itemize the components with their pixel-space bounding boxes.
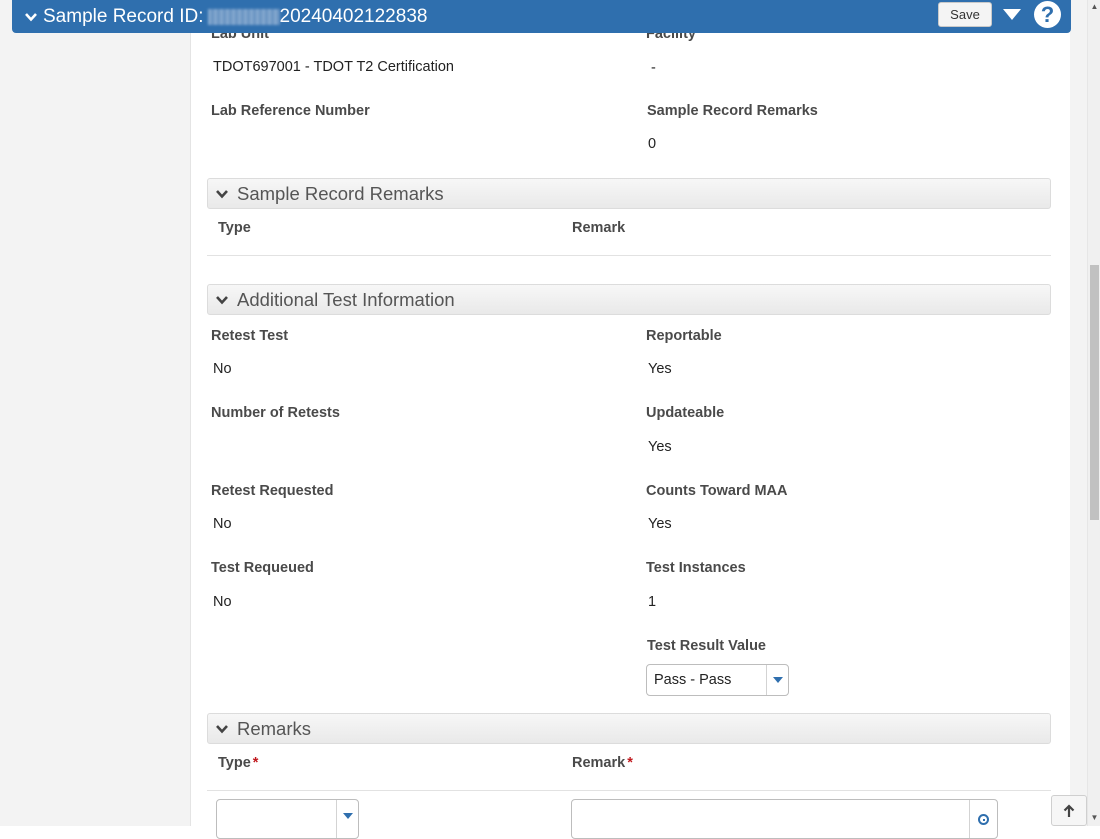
facility-value: - (651, 60, 656, 76)
section-title: Remarks (237, 717, 312, 739)
section-additional-test-information[interactable]: Additional Test Information (207, 284, 1051, 315)
dropdown-arrow-icon[interactable] (336, 800, 358, 838)
scrollbar-thumb[interactable] (1090, 265, 1099, 520)
reportable-label: Reportable (646, 328, 722, 344)
reportable-value: Yes (648, 361, 672, 377)
dropdown-arrow-icon[interactable] (766, 665, 788, 695)
test-instances-label: Test Instances (646, 560, 746, 576)
required-asterisk: * (252, 755, 259, 771)
sample-remarks-count-label: Sample Record Remarks (647, 103, 818, 119)
help-icon[interactable]: ? (1034, 1, 1061, 28)
remark-type-select[interactable] (216, 799, 359, 839)
column-header-type: Type (218, 755, 251, 771)
expand-editor-icon[interactable] (969, 800, 997, 838)
test-result-selected: Pass - Pass (654, 672, 732, 688)
chevron-down-icon (216, 724, 228, 733)
sample-remarks-count-value: 0 (648, 136, 657, 152)
updateable-value: Yes (648, 439, 672, 455)
redacted-text (207, 8, 280, 25)
save-button[interactable]: Save (938, 2, 992, 27)
section-remarks[interactable]: Remarks (207, 713, 1051, 744)
test-instances-value: 1 (648, 594, 657, 610)
chevron-down-icon (216, 295, 228, 304)
retest-requested-label: Retest Requested (211, 483, 334, 499)
section-sample-record-remarks[interactable]: Sample Record Remarks (207, 178, 1051, 209)
test-result-select[interactable]: Pass - Pass (646, 664, 789, 696)
divider (207, 255, 1051, 256)
chevron-down-icon (216, 189, 228, 198)
number-of-retests-label: Number of Retests (211, 405, 340, 421)
retest-test-label: Retest Test (211, 328, 289, 344)
test-result-value-label: Test Result Value (647, 638, 766, 654)
retest-requested-value: No (213, 516, 232, 532)
scroll-to-top-button[interactable] (1051, 795, 1087, 826)
remarks-column-remark: Remark * (572, 755, 633, 771)
scroll-up-arrow-icon[interactable]: ▲ (1089, 1, 1100, 13)
lab-unit-value: TDOT697001 - TDOT T2 Certification (213, 59, 454, 75)
column-header-remark: Remark (572, 755, 626, 771)
arrow-up-icon (1063, 803, 1075, 817)
test-requeued-value: No (213, 594, 232, 610)
vertical-scrollbar[interactable]: ▲ ▼ (1087, 0, 1100, 826)
divider (207, 790, 1051, 791)
caret-down-icon[interactable] (1003, 9, 1021, 20)
test-requeued-label: Test Requeued (211, 560, 314, 576)
retest-test-value: No (213, 361, 232, 377)
chevron-down-icon[interactable] (24, 10, 38, 24)
remark-textarea[interactable] (571, 799, 998, 839)
record-title-label: Sample Record ID: (43, 5, 204, 27)
left-gutter (0, 0, 190, 826)
section-title: Sample Record Remarks (237, 182, 444, 204)
scroll-down-arrow-icon[interactable]: ▼ (1089, 812, 1100, 824)
right-gutter (1070, 0, 1087, 826)
record-id: 20240402122838 (279, 5, 428, 27)
column-header-type: Type (218, 220, 251, 236)
remarks-column-type: Type * (218, 755, 258, 771)
counts-toward-maa-label: Counts Toward MAA (646, 483, 788, 499)
column-header-remark: Remark (572, 220, 626, 236)
record-header-bar: Sample Record ID: 20240402122838 Save ? (12, 0, 1071, 33)
counts-toward-maa-value: Yes (648, 516, 672, 532)
updateable-label: Updateable (646, 405, 725, 421)
section-title: Additional Test Information (237, 288, 455, 310)
required-asterisk: * (627, 755, 633, 771)
lab-reference-label: Lab Reference Number (211, 103, 370, 119)
